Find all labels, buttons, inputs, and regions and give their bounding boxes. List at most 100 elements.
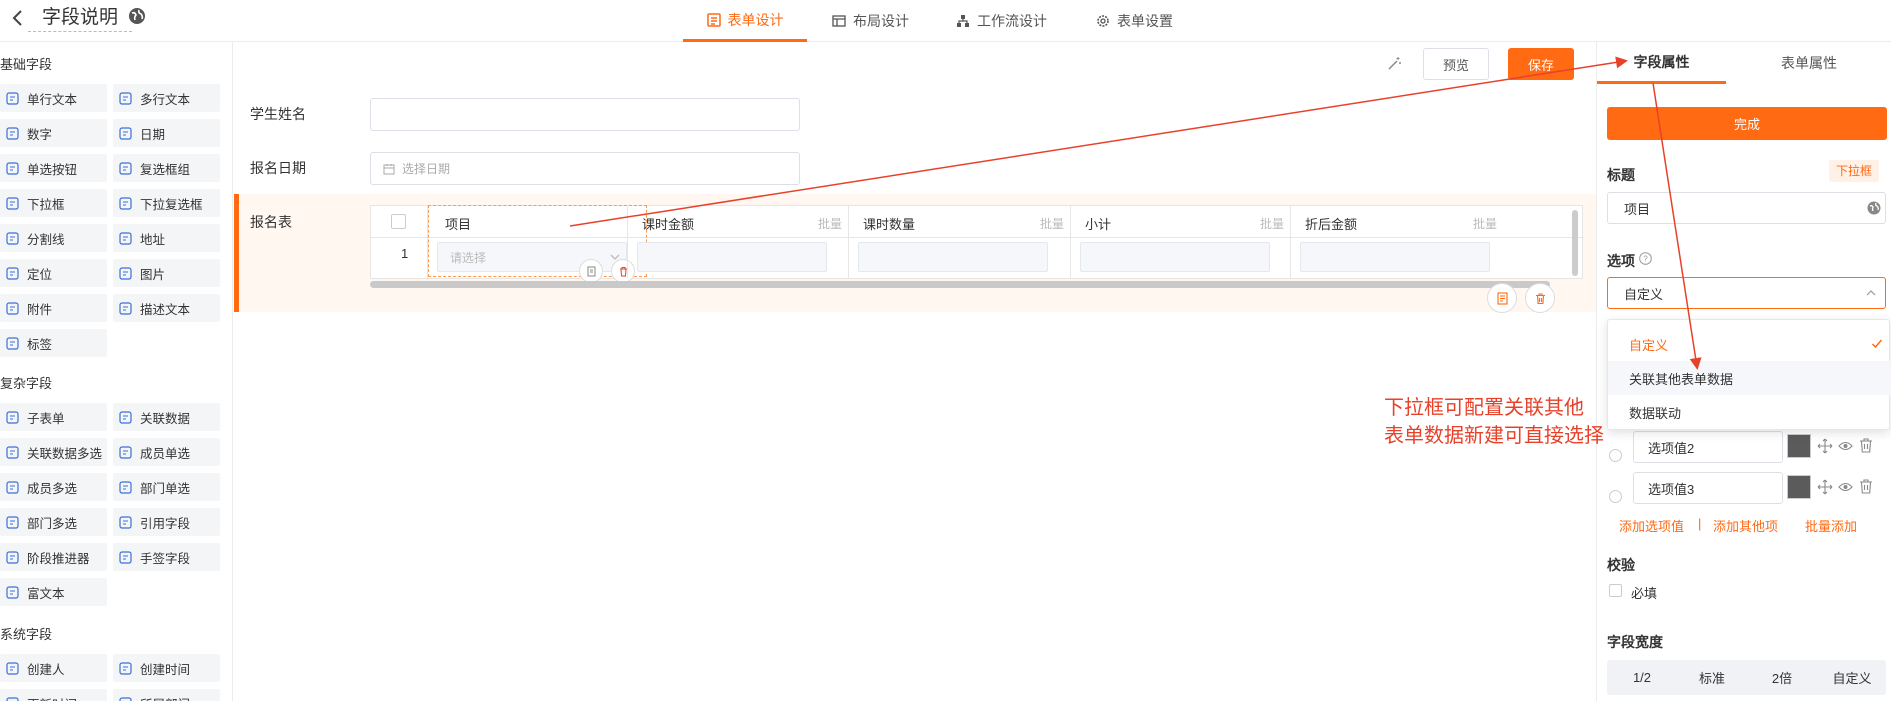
palette-item[interactable]: 成员多选 <box>0 473 107 501</box>
palette-item[interactable]: 数字 <box>0 119 107 147</box>
palette-item[interactable]: 日期 <box>113 119 220 147</box>
palette-item[interactable]: 更新时间 <box>0 689 107 701</box>
add-other-link[interactable]: 添加其他项 <box>1713 516 1778 535</box>
palette-item[interactable]: 部门多选 <box>0 508 107 536</box>
palette-item-label: 复选框组 <box>140 162 191 177</box>
batch-label[interactable]: 批量 <box>1040 215 1064 232</box>
option-color-swatch[interactable] <box>1787 475 1811 499</box>
dropdown-option-linked-form[interactable]: 关联其他表单数据 <box>1608 361 1891 395</box>
palette-item[interactable]: 复选框组 <box>113 154 220 182</box>
palette-item[interactable]: 下拉复选框 <box>113 189 220 217</box>
cell-input[interactable] <box>637 242 827 272</box>
cell-input[interactable] <box>1300 242 1490 272</box>
add-option-link[interactable]: 添加选项值 <box>1619 516 1684 535</box>
signup-date-input[interactable]: 选择日期 <box>370 152 800 185</box>
width-option[interactable]: 1/2 <box>1607 660 1677 695</box>
palette-item[interactable]: 单选按钮 <box>0 154 107 182</box>
trash-icon[interactable] <box>1859 438 1873 453</box>
field-type-icon <box>119 266 132 280</box>
tab-label: 布局设计 <box>853 13 909 29</box>
delete-subform-icon[interactable] <box>1525 283 1555 313</box>
subform-block[interactable]: 报名表 项目 课时金额 批量 课时数量 批量 小计 批量 折后金额 批量 1 请选择 <box>234 194 1596 313</box>
option-radio[interactable] <box>1609 490 1622 503</box>
save-button[interactable]: 保存 <box>1508 48 1574 80</box>
palette-item[interactable]: 子表单 <box>0 403 107 431</box>
option-value-input[interactable]: 选项值3 <box>1633 472 1783 504</box>
palette-item[interactable]: 阶段推进器 <box>0 543 107 571</box>
drag-move-icon[interactable] <box>1817 479 1833 495</box>
column-header[interactable]: 折后金额 <box>1305 214 1357 233</box>
palette-item[interactable]: 富文本 <box>0 578 107 606</box>
palette-item[interactable]: 部门单选 <box>113 473 220 501</box>
copy-column-icon[interactable] <box>579 259 603 283</box>
palette-item[interactable]: 标签 <box>0 329 107 357</box>
column-header[interactable]: 课时数量 <box>863 214 915 233</box>
palette-item[interactable]: 关联数据 <box>113 403 220 431</box>
batch-label[interactable]: 批量 <box>818 215 842 232</box>
palette-item[interactable]: 创建时间 <box>113 654 220 682</box>
palette-item[interactable]: 图片 <box>113 259 220 287</box>
copy-subform-icon[interactable] <box>1487 283 1517 313</box>
page-title[interactable]: 字段说明 <box>28 4 133 32</box>
tab-form-design[interactable]: 表单设计 <box>683 0 807 42</box>
palette-item[interactable]: 所属部门 <box>113 689 220 701</box>
column-header[interactable]: 小计 <box>1085 214 1111 233</box>
tab-layout-design[interactable]: 布局设计 <box>832 0 909 42</box>
tab-workflow-design[interactable]: 工作流设计 <box>956 0 1047 42</box>
option-color-swatch[interactable] <box>1787 434 1811 458</box>
palette-item[interactable]: 地址 <box>113 224 220 252</box>
cell-input[interactable] <box>1080 242 1270 272</box>
column-divider <box>1070 206 1071 278</box>
option-radio[interactable] <box>1609 449 1622 462</box>
student-name-input[interactable] <box>370 98 800 131</box>
preview-button[interactable]: 预览 <box>1423 48 1489 80</box>
palette-item[interactable]: 关联数据多选 <box>0 438 107 466</box>
delete-column-icon[interactable] <box>611 259 635 283</box>
width-option[interactable]: 自定义 <box>1817 660 1887 695</box>
tab-field-properties[interactable]: 字段属性 <box>1597 42 1726 84</box>
magic-wand-icon[interactable] <box>1386 56 1402 72</box>
width-option[interactable]: 2倍 <box>1747 660 1817 695</box>
tab-form-settings[interactable]: 表单设置 <box>1096 0 1173 42</box>
dropdown-option-custom[interactable]: 自定义 <box>1608 327 1891 361</box>
batch-add-link[interactable]: 批量添加 <box>1805 516 1857 535</box>
width-option[interactable]: 标准 <box>1677 660 1747 695</box>
batch-label[interactable]: 批量 <box>1260 215 1284 232</box>
horizontal-scrollbar[interactable] <box>370 281 1550 288</box>
cell-input[interactable] <box>858 242 1048 272</box>
palette-item[interactable]: 附件 <box>0 294 107 322</box>
trash-icon[interactable] <box>1859 479 1873 494</box>
title-input[interactable]: 项目 <box>1607 192 1886 224</box>
palette-item[interactable]: 分割线 <box>0 224 107 252</box>
palette-item[interactable]: 定位 <box>0 259 107 287</box>
palette-item[interactable]: 手签字段 <box>113 543 220 571</box>
tab-label: 表单设计 <box>727 11 784 28</box>
options-mode-select[interactable]: 自定义 <box>1607 277 1886 309</box>
vertical-scrollbar[interactable] <box>1572 210 1578 276</box>
tab-form-properties[interactable]: 表单属性 <box>1755 42 1863 84</box>
globe-icon[interactable] <box>128 7 146 25</box>
palette-item[interactable]: 描述文本 <box>113 294 220 322</box>
help-icon[interactable]: ? <box>1639 252 1652 265</box>
batch-label[interactable]: 批量 <box>1473 215 1497 232</box>
eye-icon[interactable] <box>1838 480 1853 494</box>
back-arrow-icon[interactable] <box>8 8 28 28</box>
palette-item-label: 下拉复选框 <box>140 197 203 212</box>
globe-small-icon[interactable] <box>1867 201 1881 215</box>
dropdown-option-data-linkage[interactable]: 数据联动 <box>1608 395 1891 429</box>
drag-move-icon[interactable] <box>1817 438 1833 454</box>
palette-item-label: 创建人 <box>27 662 65 677</box>
column-header[interactable]: 课时金额 <box>642 214 694 233</box>
palette-item[interactable]: 成员单选 <box>113 438 220 466</box>
palette-item[interactable]: 多行文本 <box>113 84 220 112</box>
palette-item[interactable]: 单行文本 <box>0 84 107 112</box>
option-value-input[interactable]: 选项值2 <box>1633 431 1783 463</box>
done-button[interactable]: 完成 <box>1607 107 1887 140</box>
palette-item-label: 单行文本 <box>27 92 78 107</box>
eye-icon[interactable] <box>1838 439 1853 453</box>
palette-item[interactable]: 引用字段 <box>113 508 220 536</box>
required-checkbox[interactable] <box>1609 584 1622 597</box>
select-all-checkbox[interactable] <box>391 214 406 229</box>
palette-item[interactable]: 创建人 <box>0 654 107 682</box>
palette-item[interactable]: 下拉框 <box>0 189 107 217</box>
